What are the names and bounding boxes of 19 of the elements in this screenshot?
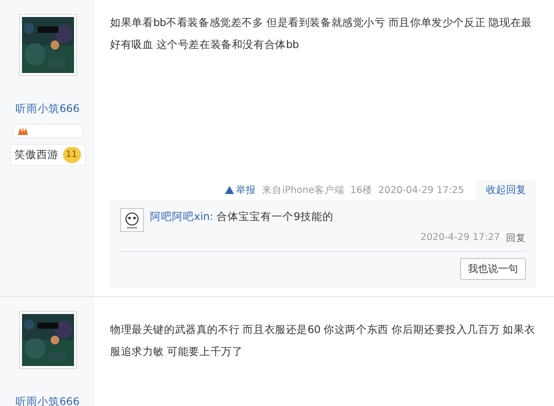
floor-number: 16楼 (350, 184, 372, 196)
reply-button[interactable]: 我也说一句 (460, 258, 526, 280)
post-time: 2020-04-29 17:25 (378, 184, 464, 196)
warning-icon (225, 186, 234, 194)
source-text: 来自iPhone客户端 (262, 184, 344, 196)
avatar[interactable] (18, 14, 76, 76)
report-link[interactable]: 举报 (225, 184, 256, 196)
collapse-replies-tab[interactable]: 收起回复 (476, 180, 536, 200)
reply-time: 2020-4-29 17:27 (420, 232, 500, 245)
avatar-icon[interactable] (120, 208, 144, 232)
username-link[interactable]: 听雨小筑666 (15, 102, 80, 116)
post-text: 如果单看bb不看装备感觉差不多 但是看到装备就感觉小亏 而且你单发少个反正 隐现在最好有吸血 这个号差在装备和没有合体bb (110, 16, 533, 53)
reply-text: 阿吧阿吧xin: 合体宝宝有一个9技能的 (150, 210, 334, 225)
level-heart: 11 (62, 147, 80, 163)
post-text: 物理最关键的武器真的不行 而且衣服还是60 你这两个东西 你后期还要投入几百万 如果衣服追求力敏 可能要上千万了 (110, 323, 536, 360)
avatar[interactable] (18, 311, 76, 369)
reply-link[interactable]: 回复 (506, 232, 526, 245)
badge-label: 笑傲西游 (14, 148, 58, 162)
reply-user-link[interactable]: 阿吧阿吧xin: (150, 211, 214, 223)
